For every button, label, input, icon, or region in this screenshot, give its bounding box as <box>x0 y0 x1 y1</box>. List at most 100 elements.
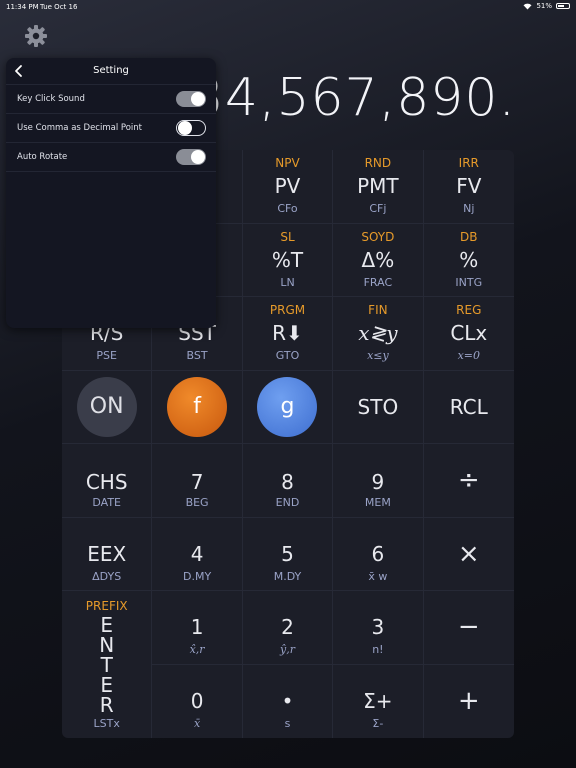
key-label-main: ÷ <box>457 465 480 496</box>
key-label-main: CLx <box>450 321 488 345</box>
battery-icon <box>556 3 570 9</box>
key-label-sub: BEG <box>185 496 209 509</box>
comma-decimal-toggle[interactable] <box>176 120 206 136</box>
key-label-main: 1 <box>190 615 204 639</box>
key-label-main: • <box>281 688 294 713</box>
g-shift-button[interactable]: g <box>257 376 318 437</box>
toggle-knob <box>191 92 205 106</box>
setting-label: Use Comma as Decimal Point <box>17 123 142 133</box>
key-divide[interactable]: ÷ <box>423 444 514 518</box>
key-label-main: Σ+ <box>363 688 393 713</box>
key-clear-x[interactable]: REG CLx x=0 <box>423 297 514 371</box>
key-label-sub: ŷ,r <box>280 643 295 656</box>
key-5[interactable]: 5 M.DY <box>242 517 334 591</box>
key-label-main: × <box>457 538 480 569</box>
key-label-main: CHS <box>85 470 128 494</box>
key-label-top: REG <box>456 303 482 317</box>
key-label-top: RND <box>364 156 392 170</box>
key-on[interactable]: ON <box>62 370 153 444</box>
toggle-knob <box>178 121 192 135</box>
key-decimal[interactable]: • s <box>243 664 334 738</box>
key-multiply[interactable]: × <box>423 518 514 591</box>
gear-icon[interactable] <box>24 24 48 48</box>
key-label-main: − <box>457 612 480 643</box>
key-roll-down[interactable]: PRGM R⬇ GTO <box>242 297 334 371</box>
status-date: Tue Oct 16 <box>40 3 78 11</box>
key-label-main: R⬇ <box>272 321 303 345</box>
auto-rotate-toggle[interactable] <box>176 149 206 165</box>
key-label-main: Δ% <box>361 247 395 272</box>
key-label-sub: x̄ <box>193 716 201 730</box>
setting-label: Key Click Sound <box>17 94 85 104</box>
key-label-main: 6 <box>371 541 385 566</box>
key-label-top: DB <box>460 229 478 244</box>
status-right: 51% <box>523 2 570 10</box>
setting-comma-decimal: Use Comma as Decimal Point <box>6 114 216 143</box>
enter-letter: E <box>100 673 114 697</box>
key-subtract[interactable]: − <box>423 591 514 665</box>
enter-letter: T <box>100 653 113 677</box>
key-label-sub: x̄ w <box>368 569 388 583</box>
key-label-main: x≷y <box>358 321 398 345</box>
key-delta-percent[interactable]: SOYD Δ% FRAC <box>333 223 424 297</box>
toggle-knob <box>191 150 205 164</box>
key-label-sub: Nj <box>463 202 475 215</box>
key-sto[interactable]: STO <box>333 370 424 444</box>
key-label-top: FIN <box>368 303 388 317</box>
key-label-main: PMT <box>357 174 399 198</box>
key-add[interactable]: + <box>424 665 514 739</box>
enter-letter: R <box>99 693 114 717</box>
key-label-main: 3 <box>371 615 385 639</box>
key-pmt[interactable]: RND PMT CFj <box>333 150 424 224</box>
key-label-main: 8 <box>281 470 294 494</box>
key-8[interactable]: 8 END <box>242 444 334 518</box>
key-6[interactable]: 6 x̄ w <box>333 517 424 591</box>
key-7[interactable]: 7 BEG <box>152 444 243 518</box>
key-click-sound-toggle[interactable] <box>176 91 206 107</box>
key-label-main: %T <box>271 247 304 272</box>
key-label-top: PRGM <box>269 303 306 317</box>
key-label-main: + <box>457 686 480 717</box>
settings-panel: Setting Key Click Sound Use Comma as Dec… <box>6 58 216 328</box>
setting-label: Auto Rotate <box>17 152 68 162</box>
key-2[interactable]: 2 ŷ,r <box>242 591 334 665</box>
key-1[interactable]: 1 x̂,r <box>152 591 243 665</box>
key-4[interactable]: 4 D.MY <box>152 517 243 591</box>
key-label-main: STO <box>357 394 399 419</box>
f-shift-button[interactable]: f <box>167 376 228 437</box>
key-eex[interactable]: EEX ΔDYS <box>62 517 153 591</box>
enter-letter: E <box>100 613 114 637</box>
key-label-main: 9 <box>371 470 385 494</box>
key-label-sub: CFj <box>369 202 387 215</box>
key-f[interactable]: f <box>152 370 243 444</box>
key-label-main: 4 <box>190 541 204 566</box>
key-fv[interactable]: IRR FV Nj <box>423 150 514 224</box>
key-enter[interactable]: PREFIX E N T E R LSTx <box>62 591 153 738</box>
key-label-top: IRR <box>458 156 479 170</box>
key-percent-total[interactable]: SL %T LN <box>242 223 334 297</box>
key-label-top: PREFIX <box>85 599 128 613</box>
key-chs[interactable]: CHS DATE <box>62 444 153 518</box>
key-swap-xy[interactable]: FIN x≷y x≤y <box>333 297 424 371</box>
key-label-sub: n! <box>372 643 384 656</box>
key-g[interactable]: g <box>242 370 334 444</box>
wifi-icon <box>523 3 532 10</box>
key-label-sub: GTO <box>275 349 300 362</box>
key-percent[interactable]: DB % INTG <box>423 224 514 297</box>
on-button[interactable]: ON <box>76 376 137 437</box>
key-pv[interactable]: NPV PV CFo <box>242 150 334 224</box>
key-label-sub: INTG <box>455 275 483 289</box>
key-9[interactable]: 9 MEM <box>333 444 424 518</box>
key-label-sub: x=0 <box>457 349 480 362</box>
key-label-main: 5 <box>281 541 294 566</box>
key-label-sub: BST <box>186 349 208 362</box>
key-label-main: 0 <box>190 688 204 713</box>
key-0[interactable]: 0 x̄ <box>152 664 243 738</box>
key-sigma-plus[interactable]: Σ+ Σ- <box>333 664 424 738</box>
key-label-sub: Σ- <box>372 716 384 730</box>
key-rcl[interactable]: RCL <box>423 371 514 444</box>
key-label-main: % <box>459 247 479 272</box>
key-label-sub: MEM <box>364 496 391 509</box>
battery-percent: 51% <box>536 2 552 10</box>
key-3[interactable]: 3 n! <box>333 591 424 665</box>
